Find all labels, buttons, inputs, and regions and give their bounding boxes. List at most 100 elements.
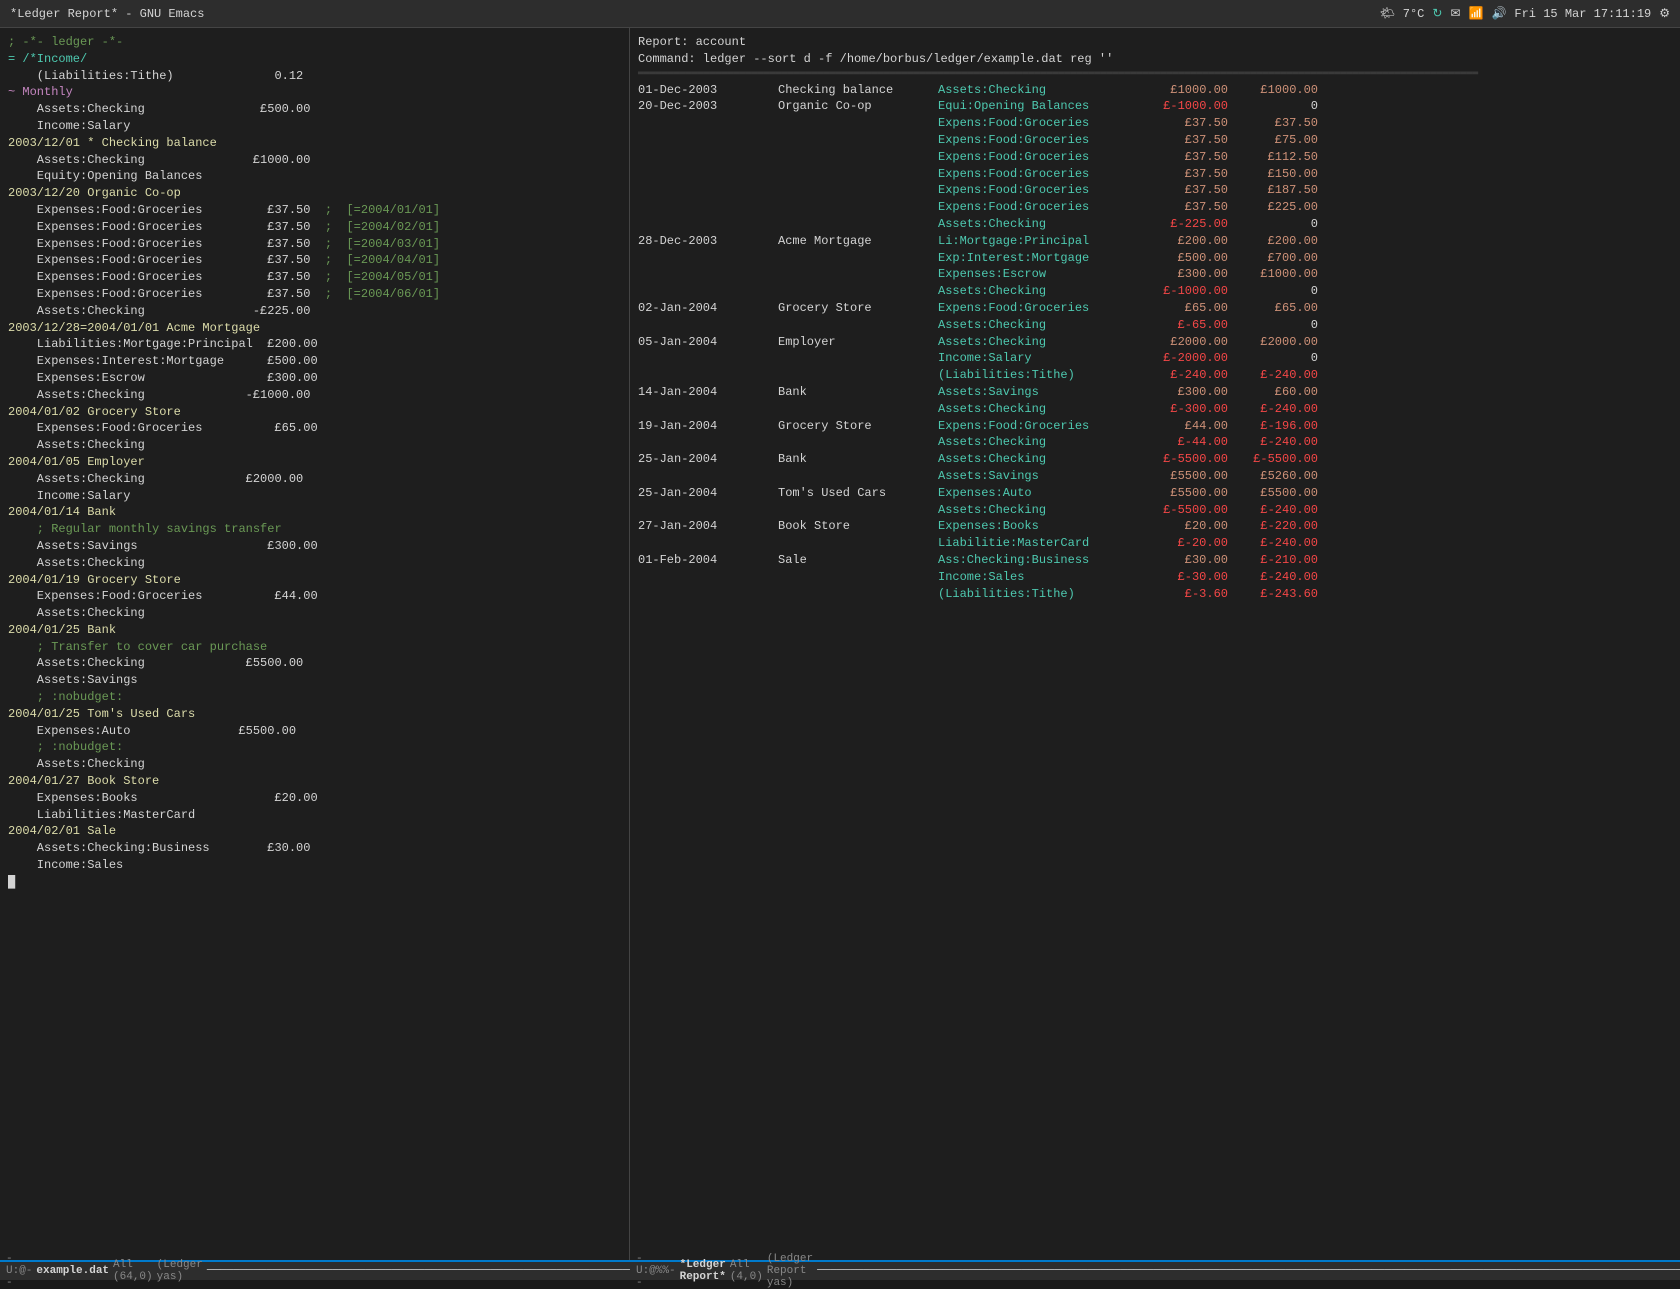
- transaction-payee: Organic Co-op: [778, 98, 938, 115]
- left-status-position: All (64,0): [113, 1259, 153, 1283]
- editor-line: 2004/01/14 Bank: [8, 504, 621, 521]
- settings-icon[interactable]: ⚙: [1659, 6, 1670, 21]
- transaction-account: Expens:Food:Groceries: [938, 418, 1138, 435]
- transaction-running: £-210.00: [1228, 552, 1318, 569]
- transaction-account: Expenses:Escrow: [938, 266, 1138, 283]
- editor-line: 2004/01/25 Tom's Used Cars: [8, 706, 621, 723]
- editor-line: ; -*- ledger -*-: [8, 34, 621, 51]
- transaction-amount: £-20.00: [1138, 535, 1228, 552]
- transaction-payee: [778, 317, 938, 334]
- left-status-mode: -U:@--: [6, 1253, 32, 1289]
- transaction-date: 20-Dec-2003: [638, 166, 778, 183]
- editor-line: Assets:Checking £2000.00: [8, 471, 621, 488]
- transaction-amount: £30.00: [1138, 552, 1228, 569]
- editor-line: Expenses:Books £20.00: [8, 790, 621, 807]
- editor-line: Expenses:Food:Groceries £37.50 ; [=2004/…: [8, 286, 621, 303]
- transaction-account: Assets:Checking: [938, 317, 1138, 334]
- editor-line: ; Regular monthly savings transfer: [8, 521, 621, 538]
- right-status-mode-label: (Ledger Report yas): [767, 1253, 813, 1289]
- table-row: 25-Jan-2004Assets:Savings£5500.00£5260.0…: [638, 468, 1672, 485]
- transaction-account: (Liabilities:Tithe): [938, 367, 1138, 384]
- refresh-icon[interactable]: ↻: [1432, 6, 1442, 21]
- editor-line: 2004/01/02 Grocery Store: [8, 404, 621, 421]
- transaction-account: Assets:Checking: [938, 283, 1138, 300]
- transaction-amount: £37.50: [1138, 182, 1228, 199]
- transaction-account: Equi:Opening Balances: [938, 98, 1138, 115]
- right-pane-report[interactable]: Report: account Command: ledger --sort d…: [630, 28, 1680, 1260]
- transaction-account: Exp:Interest:Mortgage: [938, 250, 1138, 267]
- transaction-payee: [778, 434, 938, 451]
- editor-line: Expenses:Interest:Mortgage £500.00: [8, 353, 621, 370]
- transaction-payee: [778, 149, 938, 166]
- transaction-amount: £37.50: [1138, 115, 1228, 132]
- transaction-running: £-240.00: [1228, 367, 1318, 384]
- right-status-fill: ────────────────────────────────────────…: [817, 1265, 1680, 1277]
- transaction-running: 0: [1228, 98, 1318, 115]
- transaction-date: 01-Feb-2004: [638, 569, 778, 586]
- transaction-running: £5500.00: [1228, 485, 1318, 502]
- transaction-amount: £-1000.00: [1138, 98, 1228, 115]
- transaction-amount: £-30.00: [1138, 569, 1228, 586]
- transaction-date: 27-Jan-2004: [638, 535, 778, 552]
- table-row: 05-Jan-2004EmployerAssets:Checking£2000.…: [638, 334, 1672, 351]
- table-row: 14-Jan-2004Assets:Checking£-300.00£-240.…: [638, 401, 1672, 418]
- transaction-amount: £-44.00: [1138, 434, 1228, 451]
- transaction-date: 01-Feb-2004: [638, 586, 778, 603]
- transaction-running: £-220.00: [1228, 518, 1318, 535]
- editor-line: Assets:Savings £300.00: [8, 538, 621, 555]
- transaction-running: £2000.00: [1228, 334, 1318, 351]
- transaction-amount: £37.50: [1138, 166, 1228, 183]
- transaction-payee: [778, 401, 938, 418]
- table-row: 19-Jan-2004Grocery StoreExpens:Food:Groc…: [638, 418, 1672, 435]
- left-statusbar: -U:@-- example.dat All (64,0) (Ledger ya…: [0, 1260, 630, 1280]
- transaction-payee: Acme Mortgage: [778, 233, 938, 250]
- transaction-payee: [778, 132, 938, 149]
- transaction-date: 20-Dec-2003: [638, 149, 778, 166]
- table-row: 01-Feb-2004SaleAss:Checking:Business£30.…: [638, 552, 1672, 569]
- right-status-mode: -U:@%%--: [636, 1253, 676, 1289]
- transaction-date: 02-Jan-2004: [638, 300, 778, 317]
- table-row: 05-Jan-2004(Liabilities:Tithe)£-240.00£-…: [638, 367, 1672, 384]
- transaction-date: 01-Feb-2004: [638, 552, 778, 569]
- left-pane-editor[interactable]: ; -*- ledger -*-= /*Income/ (Liabilities…: [0, 28, 630, 1260]
- editor-line: Assets:Savings: [8, 672, 621, 689]
- transaction-date: 19-Jan-2004: [638, 418, 778, 435]
- transaction-payee: [778, 166, 938, 183]
- transaction-account: Assets:Savings: [938, 384, 1138, 401]
- editor-line: Income:Sales: [8, 857, 621, 874]
- transaction-account: Ass:Checking:Business: [938, 552, 1138, 569]
- editor-line: █: [8, 874, 621, 891]
- transaction-date: 20-Dec-2003: [638, 199, 778, 216]
- table-row: 20-Dec-2003Expens:Food:Groceries£37.50£2…: [638, 199, 1672, 216]
- editor-line: ; :nobudget:: [8, 689, 621, 706]
- editor-line: Expenses:Food:Groceries £44.00: [8, 588, 621, 605]
- editor-line: Expenses:Food:Groceries £37.50 ; [=2004/…: [8, 202, 621, 219]
- table-row: 01-Feb-2004Income:Sales£-30.00£-240.00: [638, 569, 1672, 586]
- transaction-date: 14-Jan-2004: [638, 384, 778, 401]
- transaction-date: 05-Jan-2004: [638, 350, 778, 367]
- transaction-account: Expenses:Auto: [938, 485, 1138, 502]
- table-row: 28-Dec-2003Assets:Checking£-1000.000: [638, 283, 1672, 300]
- transaction-account: Expenses:Books: [938, 518, 1138, 535]
- transaction-account: Expens:Food:Groceries: [938, 149, 1138, 166]
- table-row: 27-Jan-2004Liabilitie:MasterCard£-20.00£…: [638, 535, 1672, 552]
- table-row: 14-Jan-2004BankAssets:Savings£300.00£60.…: [638, 384, 1672, 401]
- transaction-amount: £-5500.00: [1138, 451, 1228, 468]
- transaction-running: £200.00: [1228, 233, 1318, 250]
- editor-line: Assets:Checking -£225.00: [8, 303, 621, 320]
- transaction-payee: [778, 283, 938, 300]
- transaction-amount: £200.00: [1138, 233, 1228, 250]
- editor-line: ; Transfer to cover car purchase: [8, 639, 621, 656]
- transaction-date: 20-Dec-2003: [638, 132, 778, 149]
- transaction-payee: [778, 468, 938, 485]
- report-header-label: Report: account: [638, 34, 1672, 51]
- statusbar: -U:@-- example.dat All (64,0) (Ledger ya…: [0, 1260, 1680, 1280]
- transaction-running: £-243.60: [1228, 586, 1318, 603]
- transaction-amount: £5500.00: [1138, 485, 1228, 502]
- transaction-date: 14-Jan-2004: [638, 401, 778, 418]
- right-statusbar: -U:@%%-- *Ledger Report* All (4,0) (Ledg…: [630, 1260, 1680, 1280]
- transaction-payee: Employer: [778, 334, 938, 351]
- report-table: 01-Dec-2003Checking balanceAssets:Checki…: [638, 82, 1672, 603]
- transaction-running: £1000.00: [1228, 266, 1318, 283]
- transaction-payee: Sale: [778, 552, 938, 569]
